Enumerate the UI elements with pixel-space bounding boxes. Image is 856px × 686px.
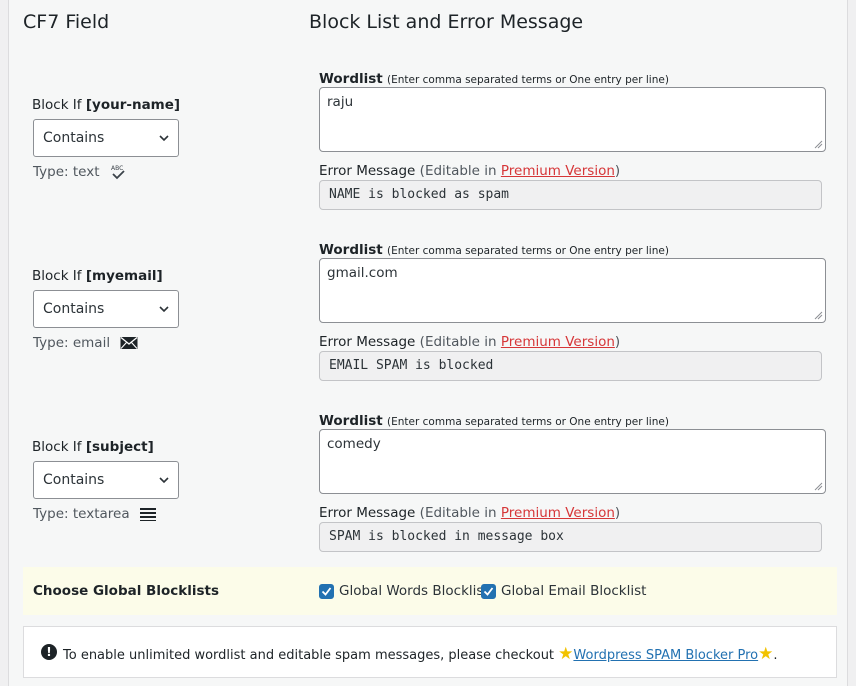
chevron-down-icon (159, 477, 169, 484)
checkmark-icon (483, 587, 494, 596)
premium-version-link[interactable]: Premium Version (501, 163, 615, 179)
info-icon: ! (41, 644, 57, 660)
block-if-label: Block If [subject] (32, 439, 154, 455)
global-blocklists-label: Choose Global Blocklists (33, 583, 219, 599)
error-message-field: NAME is blocked as spam (319, 180, 822, 210)
pro-notice: ! To enable unlimited wordlist and edita… (23, 626, 837, 678)
wordlist-textarea[interactable]: raju (319, 87, 826, 152)
wordlist-label: Wordlist (Enter comma separated terms or… (319, 242, 669, 258)
premium-version-link[interactable]: Premium Version (501, 505, 615, 521)
condition-select[interactable]: Contains (33, 290, 179, 328)
spellcheck-icon: ABC (111, 165, 125, 180)
star-icon: ★ (558, 644, 574, 664)
wordlist-textarea[interactable]: comedy (319, 429, 826, 494)
field-row-your-name: Block If [your-name] Contains Type: text… (9, 66, 849, 236)
chevron-down-icon (159, 306, 169, 313)
field-name: [subject] (85, 439, 154, 455)
text-lines-icon (139, 508, 156, 522)
field-type: Type: text ABC (33, 164, 126, 180)
field-row-myemail: Block If [myemail] Contains Type: email … (9, 237, 849, 407)
resize-handle-icon[interactable] (814, 140, 823, 149)
error-message-label: Error Message (Editable in Premium Versi… (319, 163, 621, 179)
error-message-field: SPAM is blocked in message box (319, 522, 822, 552)
field-row-subject: Block If [subject] Contains Type: textar… (9, 408, 849, 578)
svg-text:ABC: ABC (111, 165, 123, 172)
block-if-label: Block If [your-name] (32, 97, 181, 113)
wordlist-textarea[interactable]: gmail.com (319, 258, 826, 323)
condition-select[interactable]: Contains (33, 461, 179, 499)
pro-link[interactable]: Wordpress SPAM Blocker Pro (573, 648, 758, 663)
field-name: [myemail] (85, 268, 163, 284)
checkmark-icon (321, 587, 332, 596)
field-name: [your-name] (85, 97, 181, 113)
error-message-label: Error Message (Editable in Premium Versi… (319, 334, 621, 350)
block-if-label: Block If [myemail] (32, 268, 163, 284)
cf7-field-heading: CF7 Field (23, 11, 110, 33)
error-message-field: EMAIL SPAM is blocked (319, 351, 822, 381)
premium-version-link[interactable]: Premium Version (501, 334, 615, 350)
envelope-icon (120, 336, 138, 349)
condition-select[interactable]: Contains (33, 119, 179, 157)
global-blocklists-row: Choose Global Blocklists Global Words Bl… (23, 567, 837, 615)
settings-panel: CF7 Field Block List and Error Message B… (8, 0, 848, 686)
wordlist-label: Wordlist (Enter comma separated terms or… (319, 413, 669, 429)
global-words-label[interactable]: Global Words Blocklist (339, 583, 489, 599)
global-email-checkbox[interactable] (481, 584, 496, 599)
resize-handle-icon[interactable] (814, 482, 823, 491)
error-message-label: Error Message (Editable in Premium Versi… (319, 505, 621, 521)
wordlist-label: Wordlist (Enter comma separated terms or… (319, 71, 669, 87)
star-icon: ★ (758, 644, 774, 664)
field-type: Type: email (33, 335, 138, 351)
chevron-down-icon (159, 135, 169, 142)
notice-message: To enable unlimited wordlist and editabl… (63, 644, 778, 664)
resize-handle-icon[interactable] (814, 311, 823, 320)
global-words-checkbox[interactable] (319, 584, 334, 599)
blocklist-heading: Block List and Error Message (309, 11, 584, 33)
global-email-label[interactable]: Global Email Blocklist (501, 583, 646, 599)
field-type: Type: textarea (33, 506, 156, 522)
